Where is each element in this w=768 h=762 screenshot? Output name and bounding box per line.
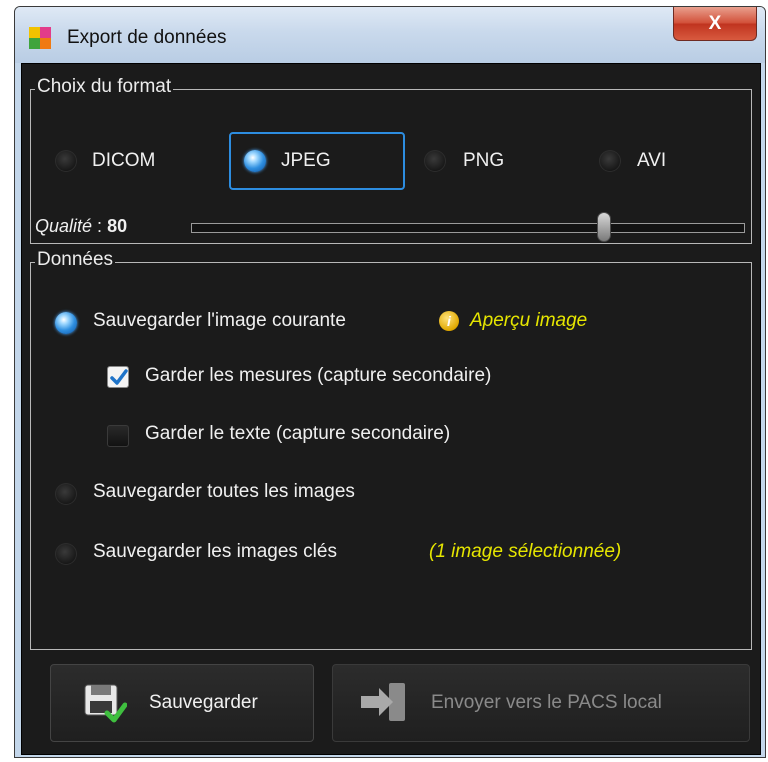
option-current-image-label: Sauvegarder l'image courante: [93, 310, 346, 331]
save-disk-icon: [84, 684, 127, 723]
format-option-label: AVI: [637, 150, 667, 171]
save-button-label: Sauvegarder: [149, 692, 258, 713]
quality-separator: :: [92, 216, 108, 236]
option-key-images-label: Sauvegarder les images clés: [93, 541, 337, 562]
key-images-note: (1 image sélectionnée): [429, 541, 622, 562]
radio-icon: [55, 543, 77, 565]
format-group-legend: Choix du format: [35, 76, 174, 98]
format-option-label: DICOM: [92, 150, 156, 171]
quality-slider[interactable]: [191, 223, 745, 233]
checkmark-icon: [110, 369, 128, 385]
radio-icon: [244, 150, 266, 172]
dialog-body: Choix du format DICOM JPEG PNG AVI Quali…: [21, 63, 761, 755]
title-bar: Export de données X: [15, 7, 765, 63]
data-group-legend: Données: [35, 249, 116, 271]
checkbox-icon: [107, 425, 129, 447]
close-button[interactable]: X: [673, 7, 757, 41]
radio-icon: [424, 150, 446, 172]
radio-icon: [599, 150, 621, 172]
radio-icon: [55, 312, 77, 334]
quality-value: 80: [107, 216, 128, 236]
radio-icon: [55, 150, 77, 172]
close-icon: X: [708, 12, 722, 34]
export-dialog: Export de données X Choix du format DICO…: [14, 6, 766, 758]
save-button[interactable]: Sauvegarder: [50, 664, 314, 742]
preview-image-link[interactable]: Aperçu image: [470, 310, 587, 332]
format-option-label: JPEG: [281, 150, 331, 171]
checkbox-icon: [107, 366, 129, 388]
quality-slider-thumb[interactable]: [597, 212, 611, 242]
radio-icon: [55, 483, 77, 505]
send-arrow-icon: [361, 683, 405, 721]
format-option-label: PNG: [463, 150, 505, 171]
quality-caption: Qualité: [35, 216, 93, 236]
quality-label: Qualité : 80: [35, 216, 127, 237]
keep-text-label: Garder le texte (capture secondaire): [145, 423, 451, 444]
data-group: Données Sauvegarder l'image courante i A…: [30, 249, 752, 650]
format-group: Choix du format DICOM JPEG PNG AVI Quali…: [30, 76, 752, 244]
option-all-images-label: Sauvegarder toutes les images: [93, 481, 355, 502]
app-logo-icon: [29, 27, 51, 49]
window-title: Export de données: [67, 27, 227, 48]
keep-measures-label: Garder les mesures (capture secondaire): [145, 365, 492, 386]
send-pacs-button[interactable]: Envoyer vers le PACS local: [332, 664, 750, 742]
send-pacs-button-label: Envoyer vers le PACS local: [431, 692, 662, 713]
info-icon: i: [439, 311, 459, 331]
